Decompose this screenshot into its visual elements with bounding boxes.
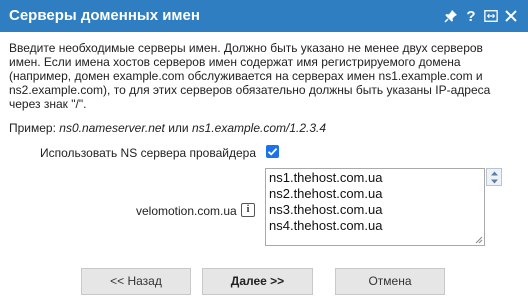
cancel-button[interactable]: Отмена <box>335 268 445 295</box>
pin-icon[interactable] <box>444 8 458 24</box>
expand-field-button[interactable] <box>486 168 502 186</box>
help-icon[interactable]: ? <box>464 8 478 24</box>
checkmark-icon <box>267 147 278 156</box>
dialog-titlebar: Серверы доменных имен ? <box>0 0 528 32</box>
nameserver-line: ns3.thehost.com.ua <box>269 202 383 217</box>
back-button[interactable]: << Назад <box>81 268 191 295</box>
nameserver-line: ns2.thehost.com.ua <box>269 186 383 201</box>
resize-grip-icon[interactable] <box>475 236 483 244</box>
example-sample-2: ns1.example.com/1.2.3.4 <box>191 121 327 135</box>
nameservers-textarea[interactable]: ns1.thehost.com.ua ns2.thehost.com.ua ns… <box>265 168 485 246</box>
use-provider-ns-checkbox[interactable] <box>266 145 279 158</box>
example-sample-1: ns0.nameserver.net <box>59 121 165 135</box>
close-icon[interactable] <box>504 8 518 24</box>
svg-text:?: ? <box>466 8 475 24</box>
instructions-text: Введите необходимые серверы имен. Должно… <box>9 41 491 111</box>
next-button[interactable]: Далее >> <box>202 268 313 295</box>
maximize-icon[interactable] <box>484 8 498 24</box>
up-down-arrows-icon <box>491 171 498 184</box>
example-or: или <box>164 121 192 135</box>
nameservers-dialog: Серверы доменных имен ? Введите необходи… <box>0 0 528 302</box>
dialog-title: Серверы доменных имен <box>9 7 200 24</box>
nameserver-line: ns4.thehost.com.ua <box>269 218 383 233</box>
example-prefix: Пример: <box>9 121 60 135</box>
nameserver-line: ns1.thehost.com.ua <box>269 170 383 185</box>
example-line: Пример: ns0.nameserver.net или ns1.examp… <box>9 121 326 135</box>
use-provider-ns-label: Использовать NS сервера провайдера <box>40 146 256 160</box>
info-icon[interactable]: i <box>241 203 255 217</box>
domain-label: velomotion.com.ua <box>136 204 237 218</box>
titlebar-controls: ? <box>444 7 518 25</box>
